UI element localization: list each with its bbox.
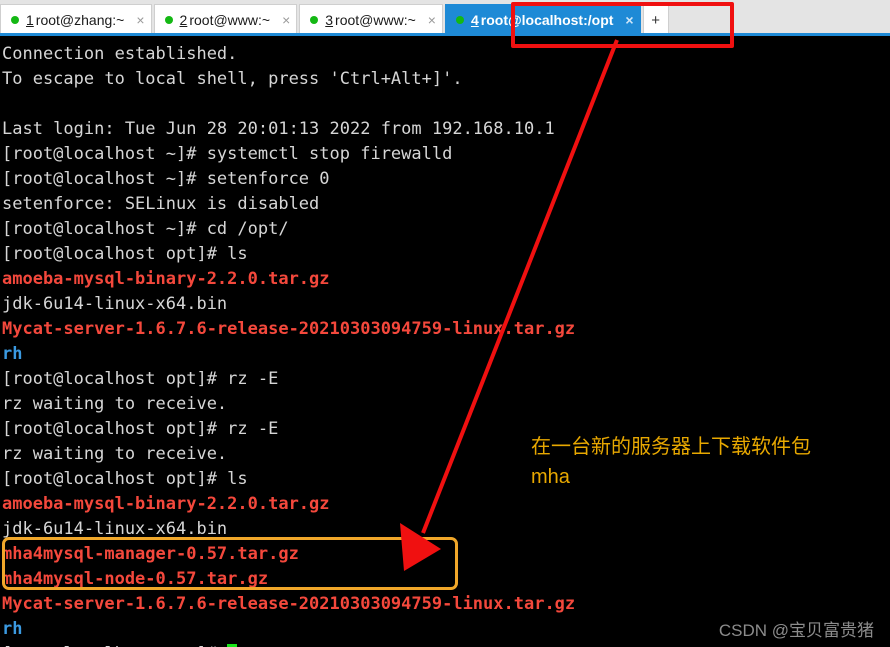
terminal-line: rz waiting to receive. (2, 394, 228, 414)
annotation-note-text: 在一台新的服务器上下载软件包 mha (531, 436, 811, 488)
terminal-line: [root@localhost opt]# ls (2, 244, 248, 264)
terminal-line: [root@localhost opt]# rz -E (2, 369, 279, 389)
watermark: CSDN @宝贝富贵猪 (718, 621, 874, 640)
terminal-line: mha4mysql-node-0.57.tar.gz (2, 569, 269, 589)
tab-label: root@zhang:~ (35, 12, 125, 28)
terminal-output-area[interactable]: Connection established. To escape to loca… (0, 36, 890, 647)
tab-label: root@www:~ (335, 12, 416, 28)
tab-number: 1 (26, 12, 34, 28)
close-icon[interactable]: × (282, 13, 290, 27)
close-icon[interactable]: × (428, 13, 436, 27)
close-icon[interactable]: × (136, 13, 144, 27)
tab-label: root@www:~ (189, 12, 271, 28)
tab-4-active[interactable]: 4 root@localhost:/opt × (444, 4, 641, 35)
tab-status-dot-icon (11, 16, 19, 24)
terminal-line: Last login: Tue Jun 28 20:01:13 2022 fro… (2, 119, 555, 139)
tab-status-dot-icon (455, 16, 464, 24)
terminal-line: setenforce: SELinux is disabled (2, 194, 320, 214)
tab-2[interactable]: 2 root@www:~ × (153, 4, 298, 35)
tab-status-dot-icon (310, 16, 319, 24)
close-icon[interactable]: × (625, 13, 633, 27)
tab-label: root@localhost:/opt (480, 12, 614, 28)
terminal-line: jdk-6u14-linux-x64.bin (2, 519, 228, 539)
tab-3[interactable]: 3 root@www:~ × (299, 4, 443, 35)
terminal-line: Mycat-server-1.6.7.6-release-20210303094… (2, 594, 576, 614)
terminal-line: [root@localhost ~]# setenforce 0 (2, 169, 330, 189)
terminal-line: [root@localhost ~]# cd /opt/ (2, 219, 289, 239)
terminal-line: mha4mysql-manager-0.57.tar.gz (2, 544, 299, 564)
terminal-window: 1 root@zhang:~ × 2 root@www:~ × 3 root@w… (0, 0, 890, 647)
terminal-lines: Connection established. To escape to loca… (0, 36, 890, 647)
terminal-line: jdk-6u14-linux-x64.bin (2, 294, 228, 314)
terminal-line: amoeba-mysql-binary-2.2.0.tar.gz (2, 494, 330, 514)
tab-number: 2 (179, 12, 188, 28)
terminal-line: amoeba-mysql-binary-2.2.0.tar.gz (2, 269, 330, 289)
tab-bar: 1 root@zhang:~ × 2 root@www:~ × 3 root@w… (0, 0, 890, 35)
tab-1[interactable]: 1 root@zhang:~ × (0, 4, 152, 35)
terminal-line: [root@localhost ~]# systemctl stop firew… (2, 144, 453, 164)
terminal-line: Connection established. (2, 44, 238, 64)
terminal-line: To escape to local shell, press 'Ctrl+Al… (2, 69, 463, 89)
tab-number: 4 (470, 12, 479, 28)
tab-bar-filler (668, 4, 890, 35)
tab-status-dot-icon (164, 16, 173, 24)
terminal-prompt-line: [root@localhost opt]# (2, 642, 890, 647)
tab-number: 3 (325, 12, 334, 28)
new-tab-button[interactable]: + (642, 4, 669, 35)
terminal-line: Mycat-server-1.6.7.6-release-20210303094… (2, 319, 576, 339)
terminal-line: rh (2, 344, 23, 364)
